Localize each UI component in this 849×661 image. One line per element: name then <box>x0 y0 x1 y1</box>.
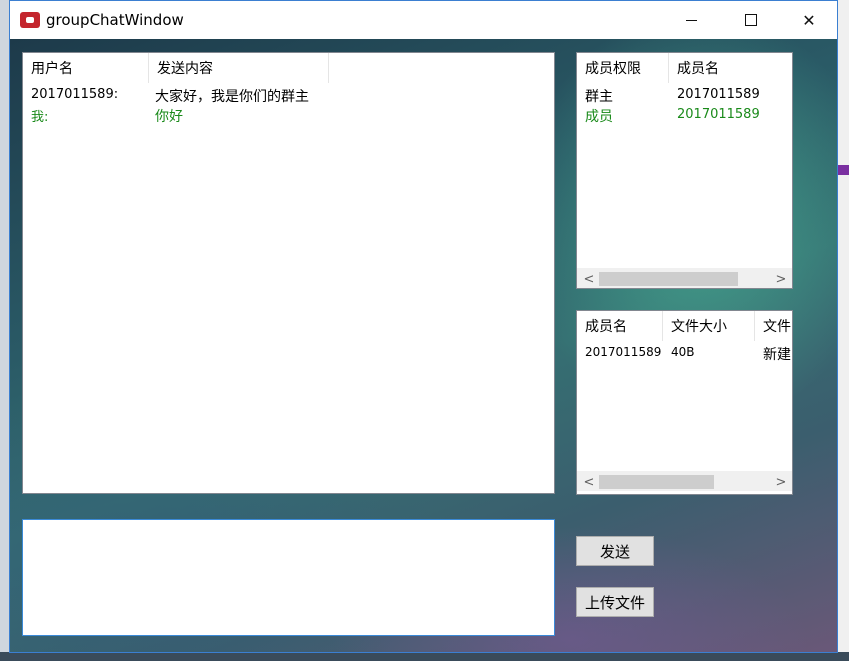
member-list[interactable]: 成员权限 成员名 群主 2017011589 成员 2017011589 < > <box>576 52 793 289</box>
minimize-button[interactable] <box>668 1 714 39</box>
file-list[interactable]: 成员名 文件大小 文件 2017011589 40B 新建 < > <box>576 310 793 495</box>
file-row-member[interactable]: 2017011589 <box>577 345 661 359</box>
window-title: groupChatWindow <box>46 11 184 29</box>
member-list-scrollbar[interactable]: < > <box>577 268 792 288</box>
file-row-size[interactable]: 40B <box>663 345 695 359</box>
chat-row-user[interactable]: 我: <box>23 106 48 125</box>
chat-message-list[interactable]: 用户名 发送内容 2017011589: 大家好，我是你们的群主 我: 你好 <box>22 52 555 494</box>
member-row-role[interactable]: 群主 <box>577 86 613 106</box>
title-bar[interactable]: groupChatWindow ✕ <box>10 1 837 39</box>
background-taskbar-edge <box>0 652 849 661</box>
send-button[interactable]: 发送 <box>576 536 654 566</box>
maximize-button[interactable] <box>728 1 774 39</box>
member-row-name[interactable]: 2017011589 <box>669 87 760 102</box>
chat-row-content[interactable]: 你好 <box>147 106 183 126</box>
background-stripe <box>838 165 849 175</box>
app-icon <box>20 12 40 28</box>
close-icon: ✕ <box>802 10 816 30</box>
scroll-right-icon[interactable]: > <box>771 269 791 288</box>
scroll-right-icon[interactable]: > <box>771 472 791 492</box>
file-list-scrollbar[interactable]: < > <box>577 471 792 491</box>
column-header-member-name[interactable]: 成员名 <box>669 53 792 83</box>
member-row-name[interactable]: 2017011589 <box>669 107 760 122</box>
column-header-file-member[interactable]: 成员名 <box>577 311 663 341</box>
window-client-area: 用户名 发送内容 2017011589: 大家好，我是你们的群主 我: 你好 成… <box>10 39 837 652</box>
scroll-thumb[interactable] <box>599 272 738 286</box>
member-row-role[interactable]: 成员 <box>577 106 613 126</box>
upload-file-button[interactable]: 上传文件 <box>576 587 654 617</box>
scroll-left-icon[interactable]: < <box>579 472 599 492</box>
column-header-username[interactable]: 用户名 <box>23 53 149 83</box>
column-header-content[interactable]: 发送内容 <box>149 53 329 83</box>
close-button[interactable]: ✕ <box>786 1 832 39</box>
file-row-name[interactable]: 新建 <box>755 344 791 364</box>
minimize-icon <box>685 19 697 21</box>
column-header-file-name[interactable]: 文件 <box>755 311 792 341</box>
column-header-member-role[interactable]: 成员权限 <box>577 53 669 83</box>
group-chat-window: groupChatWindow ✕ 用户名 发送内容 2017011589: 大… <box>9 0 838 653</box>
chat-row-content[interactable]: 大家好，我是你们的群主 <box>147 86 309 106</box>
background-window-right <box>838 0 849 661</box>
column-header-file-size[interactable]: 文件大小 <box>663 311 755 341</box>
chat-row-user[interactable]: 2017011589: <box>23 87 118 102</box>
scroll-left-icon[interactable]: < <box>579 269 599 288</box>
message-input[interactable] <box>22 519 555 636</box>
scroll-thumb[interactable] <box>599 475 714 489</box>
maximize-icon <box>745 14 757 26</box>
